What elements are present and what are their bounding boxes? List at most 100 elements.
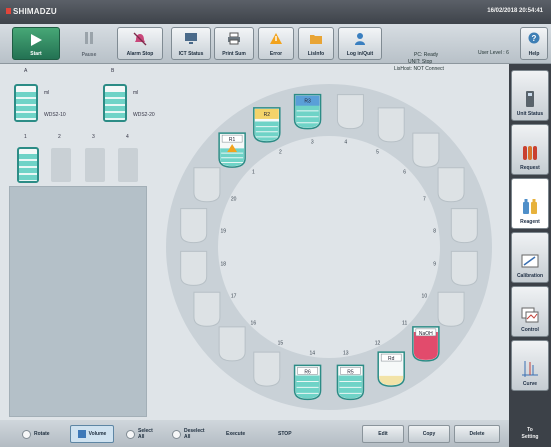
ict-status-label: ICT Status: [178, 51, 204, 57]
calibration-icon: [521, 254, 539, 268]
reagent-bottles-icon: [523, 199, 537, 214]
unit-status-icon: [526, 91, 534, 107]
delete-button[interactable]: Delete: [454, 425, 500, 443]
slot-3-empty[interactable]: [85, 148, 105, 182]
to-setting-button[interactable]: To Setting: [511, 394, 549, 445]
alarm-stop-label: Alarm Stop: [126, 51, 154, 57]
rotate-label: Rotate: [34, 431, 50, 437]
slot-2-label: 2: [58, 134, 61, 140]
volume-label: Volume: [88, 431, 107, 437]
slot-2-empty[interactable]: [51, 148, 71, 182]
curve-icon: [522, 361, 538, 377]
edit-button[interactable]: Edit: [362, 425, 404, 443]
login-quit-button[interactable]: Log in/Quit: [338, 27, 382, 60]
user-icon: [355, 33, 365, 45]
ict-status-button[interactable]: ICT Status: [171, 27, 211, 60]
radio-icon: [172, 429, 181, 439]
status-panel: PC: Ready UNIT: Stop LisHost: NOT Connec…: [394, 52, 474, 73]
sidebar-item-label: Unit Status: [516, 111, 544, 117]
login-quit-label: Log in/Quit: [346, 51, 374, 57]
help-button[interactable]: ? Help: [520, 27, 548, 60]
bottle-a-name: WDS2-10: [44, 112, 66, 118]
folder-icon: [310, 35, 322, 44]
position-number: 13: [343, 351, 349, 357]
volume-button[interactable]: Volume: [70, 425, 114, 443]
unit-status: UNIT: Stop: [408, 59, 433, 65]
printer-icon: [228, 32, 240, 45]
sidebar-item-control[interactable]: Control: [511, 286, 549, 337]
bottle-a-id: A: [24, 68, 28, 74]
control-chart-icon: [521, 307, 539, 323]
cup-label: R5: [347, 369, 354, 375]
print-sum-label: Print Sum: [222, 51, 246, 57]
deselect-all-button[interactable]: Deselect All: [172, 425, 206, 443]
position-number: 16: [251, 321, 257, 327]
select-all-button[interactable]: Select All: [126, 425, 154, 443]
sidebar-item-unit-status[interactable]: Unit Status: [511, 70, 549, 121]
slot-1-bottle[interactable]: [17, 147, 39, 183]
warning-icon: [270, 33, 282, 44]
bottle-b-level: [105, 92, 125, 120]
sidebar-item-curve[interactable]: Curve: [511, 340, 549, 391]
sidebar-item-label: Calibration: [516, 273, 544, 279]
stop-button[interactable]: STOP: [278, 425, 292, 443]
cup-body: [437, 167, 465, 203]
bottle-b-id: B: [111, 68, 115, 74]
pause-button[interactable]: Pause: [70, 27, 108, 60]
cup-body: [180, 208, 208, 244]
cup-body: [218, 326, 246, 362]
position-number: 7: [423, 196, 426, 202]
cup-label: R2: [264, 112, 271, 118]
clock: 16/02/2018 20:54:41: [487, 8, 543, 14]
sidebar-item-label: Curve: [522, 381, 538, 387]
copy-button[interactable]: Copy: [408, 425, 450, 443]
error-button[interactable]: Error: [258, 27, 294, 60]
lis-status: LisHost: NOT Connect: [394, 66, 444, 72]
cup-label: NaOH: [419, 331, 433, 337]
bottle-a-level: [16, 92, 36, 120]
cup-label: R1: [229, 137, 236, 143]
start-button[interactable]: Start: [12, 27, 60, 60]
sidebar-item-label: Control: [521, 327, 539, 333]
sidebar-item-label: Request: [520, 165, 540, 171]
position-number: 5: [376, 150, 379, 156]
cup-body: [336, 94, 364, 130]
help-label: Help: [528, 51, 540, 57]
alarm-stop-button[interactable]: Alarm Stop: [117, 27, 163, 60]
bottle-a[interactable]: [14, 84, 38, 122]
copy-label: Copy: [422, 431, 436, 437]
help-icon: ?: [528, 32, 540, 44]
deselect-all-label: Deselect All: [184, 428, 205, 440]
cup-label: R6: [304, 369, 311, 375]
position-number: 2: [279, 150, 282, 156]
brand-logo-icon: [6, 8, 11, 14]
bottle-b[interactable]: [103, 84, 127, 122]
monitor-icon: [185, 33, 197, 44]
stop-label: STOP: [278, 431, 292, 437]
radio-icon: [126, 429, 135, 439]
cup-label: Rd: [388, 356, 395, 362]
execute-button[interactable]: Execute: [226, 425, 245, 443]
rotate-button[interactable]: Rotate: [22, 425, 50, 443]
detail-panel: [9, 186, 147, 417]
slot-4-empty[interactable]: [118, 148, 138, 182]
start-label: Start: [30, 51, 42, 57]
cup-body: [180, 250, 208, 286]
print-sum-button[interactable]: Print Sum: [214, 27, 254, 60]
user-level: User Level : 6: [478, 50, 509, 56]
cup-label: R3: [304, 99, 311, 105]
sidebar-item-calibration[interactable]: Calibration: [511, 232, 549, 283]
position-number: 15: [278, 340, 284, 346]
error-label: Error: [269, 51, 283, 57]
position-number: 20: [231, 196, 237, 202]
slot-4-label: 4: [126, 134, 129, 140]
select-all-label: Select All: [138, 428, 153, 440]
execute-label: Execute: [226, 431, 246, 437]
sidebar-item-request[interactable]: Request: [511, 124, 549, 175]
bottle-cap-icon: [21, 84, 31, 85]
position-number: 10: [422, 294, 428, 300]
sidebar-item-label: To Setting: [521, 427, 539, 440]
cup-body: [450, 250, 478, 286]
lisinfo-button[interactable]: LisInfo: [298, 27, 334, 60]
sidebar-item-reagent[interactable]: Reagent: [511, 178, 549, 229]
